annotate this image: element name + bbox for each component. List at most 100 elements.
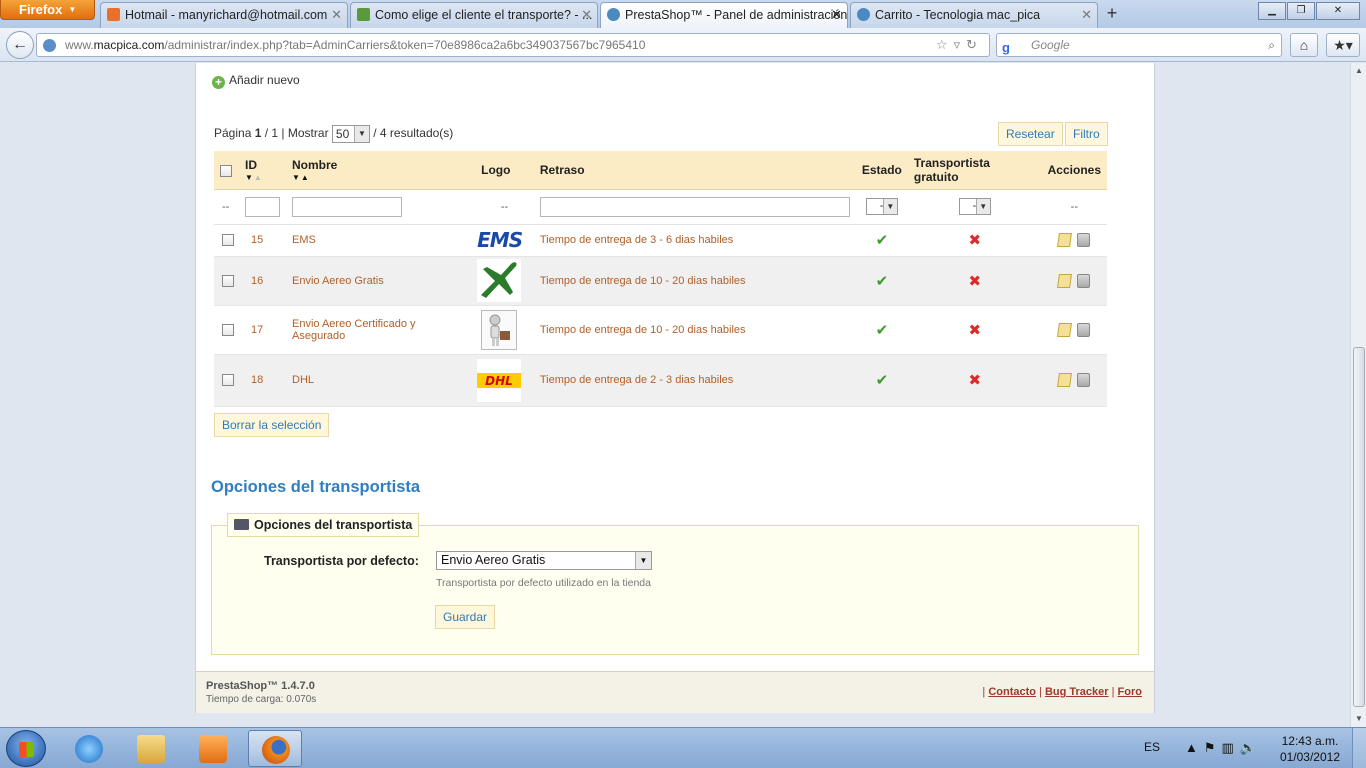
ems-logo: EMS [477,228,523,252]
back-button[interactable]: ← [6,31,34,59]
close-tab-icon[interactable]: ✕ [831,3,842,27]
show-desktop-button[interactable] [1352,728,1366,768]
delete-icon[interactable] [1077,233,1091,247]
name-filter-input[interactable] [292,196,402,217]
taskbar-firefox[interactable] [248,730,302,767]
column-id: ID [245,157,257,172]
save-button[interactable]: Guardar [435,605,496,629]
sort-desc-icon[interactable]: ▼ [292,173,301,182]
scroll-down-icon[interactable]: ▼ [1351,711,1366,727]
edit-icon[interactable] [1057,373,1073,387]
fieldset-legend: Opciones del transportista [227,513,420,537]
close-tab-icon[interactable]: ✕ [581,3,592,27]
bookmark-star-icon[interactable]: ☆ [936,37,954,52]
minimize-button[interactable]: ▁ [1258,2,1286,20]
delay-filter-input[interactable] [539,196,850,217]
column-actions: Acciones [1041,151,1107,190]
cross-icon[interactable]: ✖ [968,273,981,290]
table-row[interactable]: 17 Envio Aereo Certificado y Asegurado T… [214,305,1107,355]
delete-icon[interactable] [1077,322,1091,337]
taskbar-explorer[interactable] [124,730,178,767]
tab-prestashop-admin[interactable]: PrestaShop™ - Panel de administración ✕ [600,2,848,28]
home-button[interactable]: ⌂ [1290,33,1318,57]
cross-icon[interactable]: ✖ [968,322,981,339]
reset-button[interactable]: Resetear [998,122,1063,146]
cross-icon[interactable]: ✖ [968,232,981,249]
close-window-button[interactable]: ✕ [1316,2,1360,20]
sort-asc-icon[interactable]: ▲ [254,173,263,182]
new-tab-button[interactable]: + [1100,3,1124,25]
bug-tracker-link[interactable]: Bug Tracker [1045,686,1109,698]
folder-icon [137,735,165,763]
start-button[interactable] [6,730,46,767]
check-icon[interactable]: ✔ [876,372,889,389]
address-bar[interactable]: www.macpica.com/administrar/index.php?ta… [36,33,990,57]
delete-icon[interactable] [1077,373,1091,387]
tab-title: Como elige el cliente el transporte? - .… [375,8,593,22]
free-filter-select[interactable]: --▼ [958,198,991,215]
load-time-text: Tiempo de carga: 0.070s [206,694,317,705]
show-hidden-icons-icon[interactable]: ▲ [1185,740,1204,755]
tab-hotmail[interactable]: Hotmail - manyrichard@hotmail.com ✕ [100,2,348,28]
row-checkbox[interactable] [222,323,234,336]
reload-icon[interactable]: ↻ [966,37,983,52]
row-checkbox[interactable] [222,374,234,387]
site-identity-icon[interactable] [43,39,56,52]
url-path: /administrar/index.php?tab=AdminCarriers… [164,38,646,52]
carriers-table: ID ▼▲ Nombre ▼▲ Logo Retraso Estado Tran… [214,151,1107,407]
action-center-flag-icon[interactable]: ⚑ [1204,740,1222,755]
results-count: / 4 resultado(s) [373,126,454,140]
add-new-link[interactable]: + Añadir nuevo [212,73,300,89]
delete-selection-button[interactable]: Borrar la selección [214,413,330,437]
tab-carrito[interactable]: Carrito - Tecnologia mac_pica ✕ [850,2,1098,28]
check-icon[interactable]: ✔ [876,273,889,290]
carrier-id: 18 [240,354,286,407]
scrollbar-thumb[interactable] [1353,347,1365,707]
cross-icon[interactable]: ✖ [968,372,981,389]
restore-button[interactable]: ❐ [1287,2,1315,20]
check-icon[interactable]: ✔ [876,232,889,249]
carrier-id: 16 [240,256,286,306]
id-filter-input[interactable] [245,196,280,217]
row-checkbox[interactable] [222,274,234,287]
bookmarks-button[interactable]: ★▾ [1326,33,1360,57]
sort-desc-icon[interactable]: ▼ [245,173,254,182]
google-icon[interactable]: g [1002,37,1010,59]
page-viewport: + Añadir nuevo Página 1 / 1 | Mostrar 50 ▼… [0,63,1350,727]
filter-button[interactable]: Filtro [1065,122,1108,146]
search-icon[interactable]: ⌕ [1268,34,1275,56]
volume-icon[interactable]: 🔈 [1240,740,1262,755]
row-checkbox[interactable] [222,234,234,247]
per-page-select[interactable]: 50 ▼ [331,124,370,143]
edit-icon[interactable] [1057,233,1073,247]
default-carrier-select[interactable]: Envio Aereo Gratis ▼ [436,551,652,570]
taskbar-internet-explorer[interactable] [62,730,116,767]
close-tab-icon[interactable]: ✕ [1081,3,1092,27]
table-row[interactable]: 15 EMS EMS Tiempo de entrega de 3 - 6 di… [214,224,1107,257]
status-filter-select[interactable]: --▼ [865,198,898,215]
current-page: 1 [254,126,262,140]
select-all-checkbox[interactable] [220,164,232,177]
delete-icon[interactable] [1077,273,1091,288]
network-icon[interactable]: ▥ [1222,740,1240,755]
page-scrollbar[interactable]: ▲ ▼ [1350,63,1366,727]
check-icon[interactable]: ✔ [876,322,889,339]
airplane-logo [477,259,522,302]
history-dropdown-icon[interactable]: ▿ [954,37,967,52]
edit-icon[interactable] [1057,322,1073,337]
tab-forum[interactable]: Como elige el cliente el transporte? - .… [350,2,598,28]
taskbar-media-player[interactable] [186,730,240,767]
contact-link[interactable]: Contacto [988,686,1036,698]
svg-text:DHL: DHL [485,374,513,388]
close-tab-icon[interactable]: ✕ [331,3,342,27]
clock[interactable]: 12:43 a.m. 01/03/2012 [1280,733,1340,765]
edit-icon[interactable] [1057,273,1073,288]
search-box[interactable]: g Google ⌕ [996,33,1282,57]
table-row[interactable]: 18 DHL DHL Tiempo de entrega de 2 - 3 di… [214,354,1107,407]
sort-asc-icon[interactable]: ▲ [301,173,310,182]
language-indicator[interactable]: ES [1144,740,1160,754]
forum-link[interactable]: Foro [1118,686,1142,698]
table-row[interactable]: 16 Envio Aereo Gratis Tiempo de entrega … [214,256,1107,306]
scroll-up-icon[interactable]: ▲ [1351,63,1366,79]
firefox-menu-button[interactable]: Firefox ▼ [0,0,95,20]
